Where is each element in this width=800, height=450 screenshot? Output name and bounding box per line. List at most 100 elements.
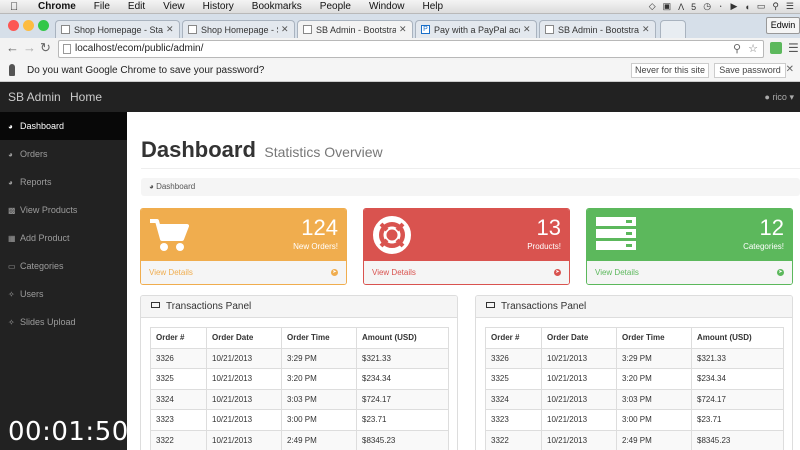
close-tab-icon[interactable]: ✕ <box>642 24 652 35</box>
paypal-icon: P <box>421 25 430 34</box>
card-label: Categories! <box>743 242 784 251</box>
table-cell: $321.33 <box>356 347 449 369</box>
dropbox-icon[interactable]: ◇ <box>649 1 656 12</box>
zoom-icon[interactable]: ⚲ <box>733 41 741 57</box>
close-bar-icon[interactable]: ✕ <box>786 64 794 75</box>
menu-file[interactable]: File <box>94 1 110 12</box>
dashboard-icon: ◕ <box>8 177 13 187</box>
menu-window[interactable]: Window <box>369 1 405 12</box>
profile-button[interactable]: Edwin <box>766 17 800 34</box>
user-name: rico <box>772 92 787 102</box>
table-cell: 3326 <box>485 347 542 369</box>
transactions-panel: Transactions Panel Order # Order Date Or… <box>475 295 793 450</box>
table-cell: 3324 <box>485 388 542 410</box>
browser-tab[interactable]: SB Admin - Bootstrap Adm ✕ <box>539 20 656 38</box>
chrome-menu-icon[interactable]: ☰ <box>788 41 799 55</box>
table-cell: 10/21/2013 <box>206 368 282 390</box>
bluetooth-icon[interactable]: ᛫ <box>718 2 723 12</box>
column-header: Order Date <box>206 327 282 349</box>
main-content: Dashboard Statistics Overview ◕ Dashboar… <box>127 112 800 450</box>
home-link[interactable]: Home <box>70 90 102 104</box>
close-tab-icon[interactable]: ✕ <box>281 24 291 35</box>
table-cell: 2:49 PM <box>281 429 357 450</box>
breadcrumb-item: Dashboard <box>156 182 196 191</box>
battery-icon[interactable]: ▭ <box>757 1 766 12</box>
adobe-icon[interactable]: Λ <box>678 2 684 12</box>
table-cell: 3:20 PM <box>281 368 357 390</box>
menu-view[interactable]: View <box>163 1 185 12</box>
browser-tab[interactable]: Shop Homepage - Start Bo ✕ <box>182 20 295 38</box>
view-details-label: View Details <box>595 268 639 277</box>
table-row: 3326 10/21/2013 3:29 PM $321.33 <box>150 347 449 369</box>
brand-link[interactable]: SB Admin <box>8 90 61 104</box>
browser-tab-active[interactable]: SB Admin - Bootstrap Adm ✕ <box>297 20 413 38</box>
sidebar-item-orders[interactable]: ◕ Orders <box>0 140 127 168</box>
apple-icon[interactable]:  <box>10 1 24 13</box>
menu-history[interactable]: History <box>203 1 234 12</box>
sidebar-item-dashboard[interactable]: ◕ Dashboard <box>0 112 127 140</box>
view-details-link[interactable]: View Details ➤ <box>141 261 346 284</box>
view-details-link[interactable]: View Details ➤ <box>587 261 792 284</box>
panel-heading: Transactions Panel <box>141 296 457 318</box>
table-cell: 10/21/2013 <box>541 347 617 369</box>
table-row: 3322 10/21/2013 2:49 PM $8345.23 <box>485 429 784 450</box>
card-label: Products! <box>527 242 561 251</box>
dashboard-icon: ◕ <box>149 182 154 191</box>
user-menu[interactable]: ● rico ▾ <box>764 92 794 103</box>
table-cell: 3323 <box>150 409 207 431</box>
extension-icon[interactable] <box>770 42 782 54</box>
close-window-icon[interactable] <box>8 20 19 31</box>
table-cell: 10/21/2013 <box>206 347 282 369</box>
video-timer: 00:01:50 <box>8 417 129 447</box>
close-tab-icon[interactable]: ✕ <box>399 24 409 35</box>
close-tab-icon[interactable]: ✕ <box>523 24 533 35</box>
card-count: 13 <box>536 215 561 240</box>
menu-list-icon[interactable]: ☰ <box>786 1 794 12</box>
clock-icon[interactable]: ◷ <box>703 1 711 12</box>
browser-tab[interactable]: P Pay with a PayPal account ✕ <box>415 20 537 38</box>
browser-toolbar: ← → ↻ localhost/ecom/public/admin/ ⚲ ☆ ☰ <box>0 38 800 60</box>
sidebar-item-categories[interactable]: ▭ Categories <box>0 252 127 280</box>
view-details-link[interactable]: View Details ➤ <box>364 261 569 284</box>
address-bar[interactable]: localhost/ecom/public/admin/ ⚲ ☆ <box>58 40 764 58</box>
sidebar-item-slides-upload[interactable]: ✧ Slides Upload <box>0 308 127 336</box>
menu-edit[interactable]: Edit <box>128 1 145 12</box>
dashboard-icon: ◕ <box>8 121 13 131</box>
column-header: Order # <box>485 327 542 349</box>
menu-help[interactable]: Help <box>423 1 444 12</box>
close-tab-icon[interactable]: ✕ <box>166 24 176 35</box>
sidebar-item-view-products[interactable]: ▩ View Products <box>0 196 127 224</box>
sidebar-item-users[interactable]: ✧ Users <box>0 280 127 308</box>
maximize-window-icon[interactable] <box>38 20 49 31</box>
page-info-icon[interactable] <box>63 44 71 54</box>
table-row: 3323 10/21/2013 3:00 PM $23.71 <box>485 409 784 431</box>
evernote-icon[interactable]: ▣ <box>663 1 672 12</box>
reload-button[interactable]: ↻ <box>40 41 51 55</box>
shopping-cart-icon <box>150 219 189 251</box>
menu-bookmarks[interactable]: Bookmarks <box>252 1 302 12</box>
table-header-row: Order # Order Date Order Time Amount (US… <box>485 327 784 349</box>
menu-app-chrome[interactable]: Chrome <box>38 1 76 12</box>
back-button[interactable]: ← <box>6 41 19 55</box>
wrench-icon: ✧ <box>8 317 15 327</box>
column-header: Order Time <box>281 327 357 349</box>
volume-icon[interactable]: ▶ <box>730 1 737 12</box>
table-cell: 10/21/2013 <box>541 429 617 450</box>
page-icon <box>188 25 197 34</box>
sidebar-item-reports[interactable]: ◕ Reports <box>0 168 127 196</box>
sidebar-item-label: Orders <box>20 149 48 159</box>
minimize-window-icon[interactable] <box>23 20 34 31</box>
new-tab-button[interactable] <box>660 20 686 38</box>
never-save-button[interactable]: Never for this site <box>631 63 709 78</box>
forward-button[interactable]: → <box>23 41 36 55</box>
table-cell: 3324 <box>150 388 207 410</box>
table-row: 3324 10/21/2013 3:03 PM $724.17 <box>150 388 449 410</box>
spotlight-icon[interactable]: ⚲ <box>772 1 779 12</box>
browser-tab[interactable]: Shop Homepage - Start Bo ✕ <box>55 20 180 38</box>
arrow-circle-right-icon: ➤ <box>554 269 561 276</box>
menu-people[interactable]: People <box>320 1 351 12</box>
wifi-icon[interactable]: ◖ <box>744 2 749 12</box>
save-password-button[interactable]: Save password <box>714 63 786 78</box>
bookmark-star-icon[interactable]: ☆ <box>748 41 758 57</box>
sidebar-item-add-product[interactable]: ▦ Add Product <box>0 224 127 252</box>
